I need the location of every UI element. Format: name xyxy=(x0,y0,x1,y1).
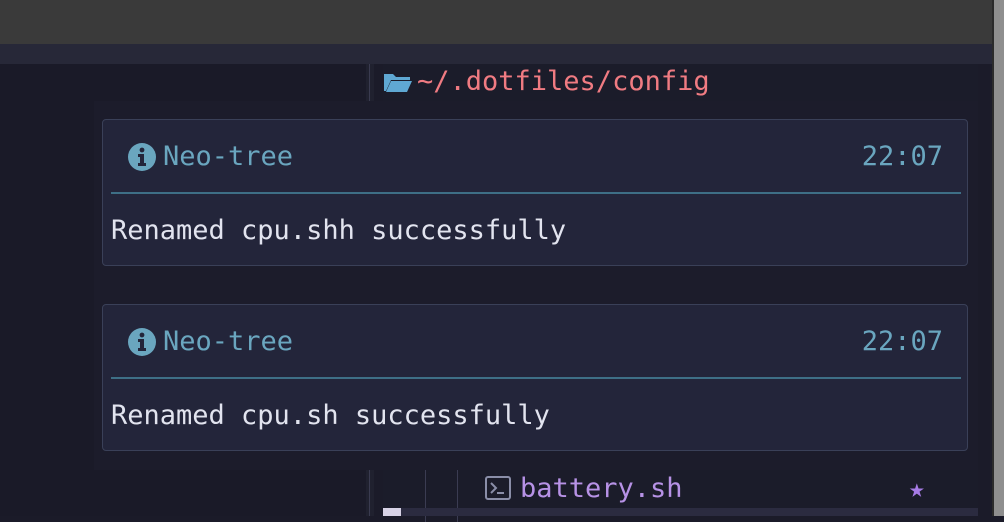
notification-time: 22:07 xyxy=(861,141,943,172)
top-strip xyxy=(0,44,992,64)
text-cursor xyxy=(383,508,401,516)
notification-card[interactable]: Neo-tree 22:07 Renamed cpu.sh successful… xyxy=(102,304,968,451)
notification-message: Renamed cpu.shh successfully xyxy=(111,215,567,246)
notification-divider xyxy=(111,377,961,379)
info-icon xyxy=(127,327,157,357)
notification-title: Neo-tree xyxy=(163,141,294,172)
notification-area: Neo-tree 22:07 Renamed cpu.shh successfu… xyxy=(94,101,978,470)
notification-title: Neo-tree xyxy=(163,326,294,357)
terminal-file-icon xyxy=(485,476,511,500)
tree-root-header[interactable]: ~/.dotfiles/config xyxy=(383,64,978,100)
tree-file-name[interactable]: battery.sh xyxy=(520,470,683,508)
notification-time: 22:07 xyxy=(861,326,943,357)
notification-message: Renamed cpu.sh successfully xyxy=(111,400,550,431)
tree-selected-row[interactable] xyxy=(383,508,978,516)
notification-divider xyxy=(111,192,961,194)
folder-open-icon xyxy=(383,70,413,94)
notification-header: Neo-tree 22:07 xyxy=(103,305,967,377)
scrollbar-thumb[interactable] xyxy=(994,0,1004,516)
notification-header: Neo-tree 22:07 xyxy=(103,120,967,192)
info-icon xyxy=(127,142,157,172)
notification-card[interactable]: Neo-tree 22:07 Renamed cpu.shh successfu… xyxy=(102,119,968,266)
tree-root-path: ~/.dotfiles/config xyxy=(417,66,710,97)
star-icon: ★ xyxy=(909,474,925,504)
window-scrollbar[interactable] xyxy=(992,0,1004,516)
window-titlebar xyxy=(0,0,992,44)
